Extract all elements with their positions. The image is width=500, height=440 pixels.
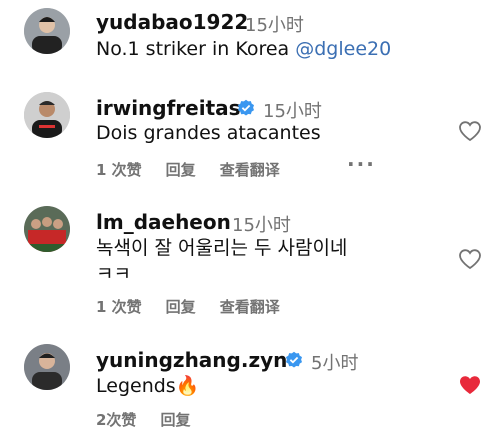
reply-button[interactable]: 回复 xyxy=(160,411,190,429)
more-options-icon[interactable]: ··· xyxy=(347,152,376,176)
comment-time: 5小时 xyxy=(311,353,359,374)
comment-actions: 2次赞 回复 xyxy=(96,409,214,430)
verified-badge-icon xyxy=(285,351,303,368)
likes-count[interactable]: 1 次赞 xyxy=(96,161,142,179)
comment-text-line: ㅋㅋ xyxy=(96,263,131,285)
reply-button[interactable]: 回复 xyxy=(166,298,196,316)
translate-button[interactable]: 查看翻译 xyxy=(220,298,280,316)
likes-count[interactable]: 1 次赞 xyxy=(96,298,142,316)
comment-actions: 1 次赞 回复 查看翻译 xyxy=(96,296,304,317)
fire-emoji-icon: 🔥 xyxy=(175,375,200,397)
comment-text-body: No.1 striker in Korea xyxy=(96,38,296,60)
reply-button[interactable]: 回复 xyxy=(166,161,196,179)
comment-text: No.1 striker in Korea @dglee20 xyxy=(96,38,391,60)
comment-username[interactable]: yudabao1922 xyxy=(96,10,248,34)
comment-actions: 1 次赞 回复 查看翻译 xyxy=(96,159,304,180)
comment-text-body: Legends xyxy=(96,375,176,397)
avatar[interactable] xyxy=(24,92,70,138)
likes-count[interactable]: 2次赞 xyxy=(96,411,136,429)
avatar[interactable] xyxy=(24,8,70,54)
liked-heart-icon[interactable] xyxy=(458,374,482,396)
mention-link[interactable]: @dglee20 xyxy=(295,38,391,60)
comment-time: 15小时 xyxy=(263,101,322,122)
comment-username[interactable]: yuningzhang.zyn xyxy=(96,348,287,372)
comment-username[interactable]: lm_daeheon xyxy=(96,210,231,234)
comment-text: Legends🔥 xyxy=(96,374,199,397)
avatar[interactable] xyxy=(24,206,70,252)
comment-time: 15小时 xyxy=(245,15,304,36)
like-heart-icon[interactable] xyxy=(458,248,482,270)
translate-button[interactable]: 查看翻译 xyxy=(220,161,280,179)
avatar[interactable] xyxy=(24,344,70,390)
comment-text-line: 녹색이 잘 어울리는 두 사람이네 xyxy=(96,237,348,259)
verified-badge-icon xyxy=(237,99,255,116)
comment-text: Dois grandes atacantes xyxy=(96,122,321,144)
like-heart-icon[interactable] xyxy=(458,120,482,142)
comment-username[interactable]: irwingfreitas xyxy=(96,96,241,120)
